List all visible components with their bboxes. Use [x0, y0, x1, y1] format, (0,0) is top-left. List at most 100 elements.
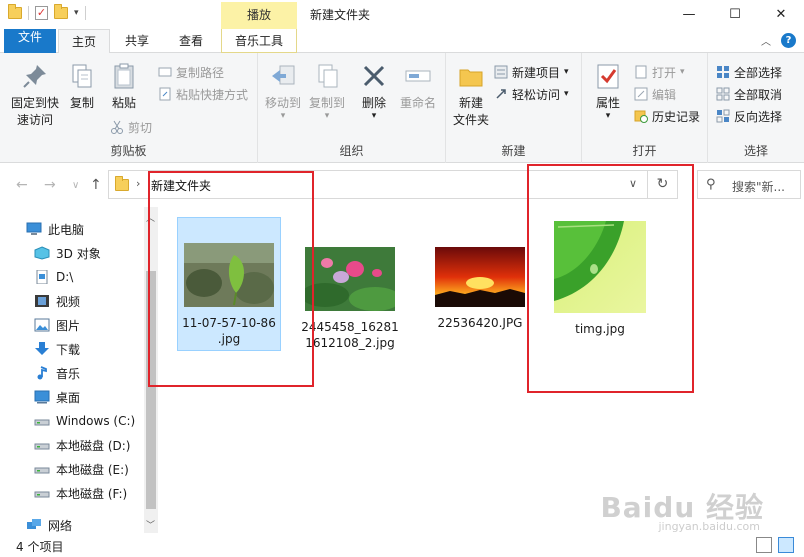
edit-icon [634, 87, 648, 101]
nav-scrollbar[interactable]: ︿ ﹀ [144, 207, 158, 533]
invert-selection-icon [716, 109, 730, 123]
copy-button[interactable]: 复制 [64, 61, 100, 112]
help-icon[interactable]: ? [781, 33, 796, 48]
leaf-photo-thumbnail [184, 243, 274, 307]
scroll-down-icon[interactable]: ﹀ [146, 518, 155, 531]
select-all-button[interactable]: 全部选择 [716, 62, 782, 82]
title-bar: ✓ ▾ 播放 新建文件夹 — ☐ ✕ [0, 0, 804, 29]
history-button[interactable]: 历史记录 [634, 106, 700, 126]
move-to-label: 移动到 [264, 96, 301, 110]
ribbon: 固定到快 速访问 复制 粘贴 复制路径 粘贴快捷方式 剪切 剪贴板 移动到 ▾ … [0, 53, 804, 163]
paste-shortcut-icon [158, 87, 172, 101]
search-placeholder: 搜索"新... [732, 180, 785, 194]
nav-label: 此电脑 [48, 222, 85, 237]
nav-label: 下载 [56, 342, 81, 357]
address-bar[interactable]: › 新建文件夹 ∨ ↻ [108, 170, 678, 199]
context-tab-play[interactable]: 播放 [221, 2, 297, 29]
large-icons-view-icon[interactable] [778, 537, 794, 553]
tab-share[interactable]: 共享 [112, 29, 162, 53]
copy-label: 复制 [69, 96, 94, 110]
back-arrow-icon[interactable]: ← [16, 177, 28, 193]
download-icon [34, 342, 50, 356]
close-button[interactable]: ✕ [758, 0, 804, 29]
delete-button[interactable]: 删除 ▾ [356, 61, 392, 121]
item-count: 4 个项目 [16, 540, 64, 554]
explorer-window: ✓ ▾ 播放 新建文件夹 — ☐ ✕ 文件 主页 共享 查看 音乐工具 ︿ ? [0, 0, 804, 557]
sunset-photo-thumbnail [435, 247, 525, 307]
scroll-thumb[interactable] [146, 271, 156, 509]
new-item-caret-icon: ▾ [564, 67, 569, 77]
paste-button[interactable]: 粘贴 [104, 61, 144, 112]
picture-icon [34, 318, 50, 332]
tab-view[interactable]: 查看 [166, 29, 216, 53]
tab-file[interactable]: 文件 [4, 29, 56, 53]
organize-group-label: 组织 [339, 144, 364, 158]
document-icon [34, 269, 50, 285]
invert-selection-label: 反向选择 [734, 109, 783, 124]
invert-selection-button[interactable]: 反向选择 [716, 106, 782, 126]
chevron-up-icon[interactable]: ︿ [761, 33, 771, 48]
scissors-icon [110, 120, 124, 134]
desktop-icon [34, 390, 50, 404]
breadcrumb-chevron-icon[interactable]: › [136, 177, 140, 190]
tab-home[interactable]: 主页 [58, 29, 110, 54]
rename-button[interactable]: 重命名 [396, 61, 440, 112]
file-item[interactable]: timg.jpg [548, 217, 652, 337]
details-view-icon[interactable] [756, 537, 772, 553]
paste-shortcut-button[interactable]: 粘贴快捷方式 [158, 84, 248, 104]
refresh-icon[interactable]: ↻ [647, 171, 677, 198]
new-folder-icon[interactable] [54, 4, 68, 19]
move-to-icon [268, 61, 298, 91]
address-path[interactable]: 新建文件夹 [151, 177, 211, 194]
select-none-button[interactable]: 全部取消 [716, 84, 782, 104]
pin-icon [20, 61, 50, 91]
navigation-pane: 此电脑 3D 对象 D:\ 视频 图片 下载 音乐 桌面 Windows (C:… [0, 207, 158, 533]
nav-label: 视频 [56, 294, 81, 309]
properties-check-icon[interactable]: ✓ [35, 6, 48, 20]
file-list: 11-07-57-10-86 .jpg 2445458_16281 161210… [158, 207, 804, 533]
properties-button[interactable]: 属性 ▾ [588, 61, 628, 121]
scroll-up-icon[interactable]: ︿ [146, 211, 155, 224]
film-icon [34, 294, 50, 308]
minimize-button[interactable]: — [666, 0, 712, 29]
delete-x-icon [359, 61, 389, 91]
tab-music-tools[interactable]: 音乐工具 [221, 29, 297, 53]
rename-label: 重命名 [399, 96, 436, 110]
recent-locations-chevron-icon[interactable]: ∨ [72, 180, 79, 191]
properties-label: 属性 [595, 96, 620, 110]
customize-dropdown-icon[interactable]: ▾ [74, 8, 79, 18]
quick-access-toolbar: ✓ ▾ [8, 4, 86, 20]
tabbar-right: ︿ ? [761, 33, 796, 48]
select-all-label: 全部选择 [734, 65, 783, 80]
up-arrow-icon[interactable]: ↑ [90, 177, 102, 193]
nav-label: 本地磁盘 (E:) [56, 462, 129, 477]
properties-check-icon [593, 61, 623, 91]
new-item-button[interactable]: 新建项目 ▾ [494, 62, 569, 82]
forward-arrow-icon[interactable]: → [44, 177, 56, 193]
file-item[interactable]: 2445458_16281 1612108_2.jpg [298, 217, 402, 351]
copy-path-button[interactable]: 复制路径 [158, 62, 224, 82]
copy-path-icon [158, 65, 172, 79]
copy-to-caret-icon: ▾ [324, 111, 330, 121]
cut-button[interactable]: 剪切 [110, 117, 152, 137]
open-button[interactable]: 打开 ▾ [634, 62, 685, 82]
open-label: 打开 [652, 65, 677, 80]
file-item[interactable]: 22536420.JPG [428, 217, 532, 331]
lotus-photo-thumbnail [301, 247, 401, 311]
file-item[interactable]: 11-07-57-10-86 .jpg [177, 217, 281, 351]
move-to-button[interactable]: 移动到 ▾ [262, 61, 304, 121]
separator [28, 6, 29, 20]
pin-quick-access-button[interactable]: 固定到快 速访问 [6, 61, 64, 129]
search-icon: ⚲ [706, 177, 716, 192]
easy-access-button[interactable]: 轻松访问 ▾ [494, 84, 569, 104]
edit-button[interactable]: 编辑 [634, 84, 676, 104]
maximize-button[interactable]: ☐ [712, 0, 758, 29]
copy-to-button[interactable]: 复制到 ▾ [306, 61, 348, 121]
search-box[interactable]: ⚲ 搜索"新... [697, 170, 801, 199]
drive-icon [34, 486, 50, 500]
address-dropdown-icon[interactable]: ∨ [629, 177, 637, 190]
status-bar: 4 个项目 [0, 533, 804, 557]
new-folder-button[interactable]: 新建 文件夹 [450, 61, 492, 129]
window-title: 新建文件夹 [310, 8, 371, 22]
folder-icon[interactable] [8, 4, 22, 19]
